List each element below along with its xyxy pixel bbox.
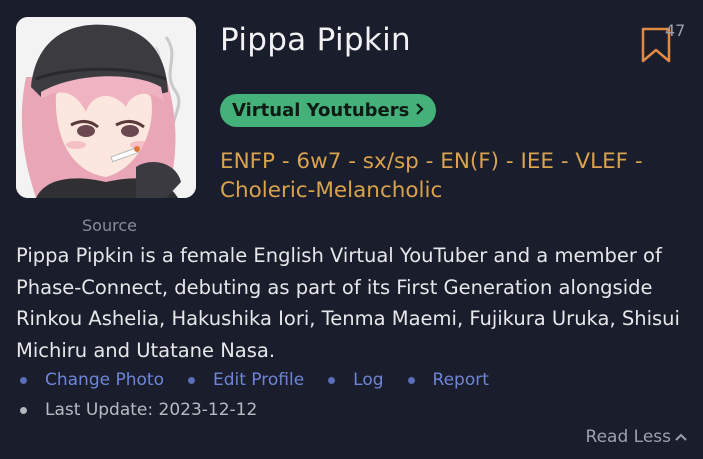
chevron-right-icon [415,101,424,120]
report-link[interactable]: Report [433,370,489,390]
edit-profile-link[interactable]: Edit Profile [213,370,304,390]
avatar-source-link[interactable]: Source [82,216,137,235]
avatar-illustration [16,17,196,198]
bookmark-count: 47 [665,21,686,40]
log-link[interactable]: Log [353,370,383,390]
bullet-icon [328,376,336,384]
action-change-photo: Change Photo [16,370,164,390]
profile-avatar[interactable] [16,17,196,198]
profile-name: Pippa Pipkin [220,22,411,58]
category-label: Virtual Youtubers [232,100,410,121]
read-less-label: Read Less [585,427,671,447]
read-less-button[interactable]: Read Less [586,427,687,447]
change-photo-link[interactable]: Change Photo [45,370,164,390]
bullet-icon [187,376,195,384]
action-edit-profile: Edit Profile [184,370,304,390]
last-update: Last Update: 2023-12-12 [16,398,257,422]
profile-description: Pippa Pipkin is a female English Virtual… [16,244,680,362]
chevron-up-icon [675,433,687,441]
bullet-icon [20,376,27,384]
last-update-text: Last Update: 2023-12-12 [45,400,258,420]
action-report: Report [404,370,489,390]
personality-typology: ENFP - 6w7 - sx/sp - EN(F) - IEE - VLEF … [220,149,643,203]
profile-actions: Change Photo Edit Profile Log Report [16,368,509,392]
category-pill[interactable]: Virtual Youtubers [220,94,437,127]
bullet-icon [20,406,27,414]
bullet-icon [407,376,415,384]
action-log: Log [324,370,384,390]
